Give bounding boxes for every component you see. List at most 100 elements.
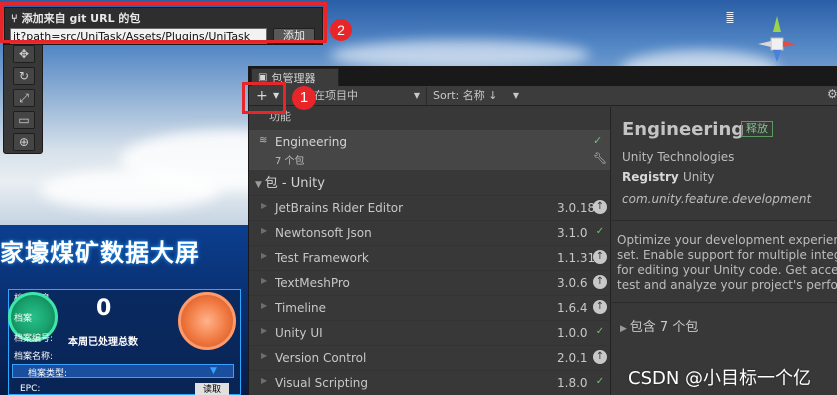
package-version: 2.0.1 [557,351,588,365]
check-icon: ✓ [593,134,603,147]
package-version: 3.0.18 [557,201,596,215]
details-package-id: com.unity.feature.development [622,192,812,206]
dashboard-archive-name: 档案名称: [14,352,54,362]
description-line: Optimize your development experience [617,233,837,247]
package-row[interactable]: ▶ JetBrains Rider Editor 3.0.18 ↑ [249,195,610,220]
package-row[interactable]: ▶ Newtonsoft Json 3.1.0 ✓ [249,220,610,245]
dashboard-week-label: 本周已处理总数 [68,337,138,348]
update-available-icon: ↑ [593,250,607,264]
expand-arrow-icon: ▶ [261,351,268,360]
details-registry-label: Registry [622,170,679,184]
package-version: 1.6.4 [557,301,588,315]
expand-arrow-icon: ▶ [261,251,268,260]
rect-tool-icon[interactable]: ▭ [13,111,35,129]
chevron-down-icon: ▼ [413,91,420,100]
dashboard-orange-dial [178,292,236,350]
description-line: set. Enable support for multiple integra… [617,248,837,262]
expand-arrow-icon: ▶ [261,301,268,310]
expand-arrow-icon: ▶ [261,376,268,385]
wrench-icon: 🔧︎ [593,152,607,165]
package-row[interactable]: ▶ TextMeshPro 3.0.6 ↑ [249,270,610,295]
package-list: 功能 ≋ Engineering 7 个包 ✓ 🔧︎ ▼ 包 - Unity ▶… [249,107,611,395]
package-row[interactable]: ▶ Version Control 2.0.1 ↑ [249,345,610,370]
package-row[interactable]: ▶ Visual Scripting 1.8.0 ✓ [249,370,610,395]
update-available-icon: ↑ [593,350,607,364]
scene-menu-icon[interactable]: ≡ ≡ [720,9,740,26]
details-name: Engineering [622,119,745,140]
callout-box-1 [242,82,286,114]
transform-tool-icon[interactable]: ⊕ [13,133,35,151]
package-version: 1.0.0 [557,326,588,340]
chevron-down-icon: ▼ [512,91,519,100]
dashboard-epc: EPC: [20,384,41,394]
package-name: TextMeshPro [275,276,350,290]
scope-dropdown-label: 在项目中 [314,89,358,102]
release-badge: 释放 [741,121,773,137]
details-divider [612,220,837,221]
package-version: 3.0.6 [557,276,588,290]
update-available-icon: ↑ [593,200,607,214]
rotate-tool-icon[interactable]: ↻ [13,67,35,85]
package-row[interactable]: ▶ Unity UI 1.0.0 ✓ [249,320,610,345]
callout-number-1: 1 [292,86,316,110]
dashboard-title: 家壕煤矿数据大屏 [0,239,200,267]
package-details: Engineering 释放 Unity Technologies Regist… [612,107,837,395]
gear-icon[interactable]: ⚙ [827,87,837,101]
dashboard-field-1: 档案 [14,314,33,324]
check-icon: ✓ [595,326,605,337]
description-line: test and analyze your project's performa [617,278,837,292]
feature-name: Engineering [275,135,347,149]
package-name: Timeline [275,301,327,315]
details-registry-value: Unity [683,170,715,184]
feature-item-engineering[interactable]: ≋ Engineering 7 个包 ✓ 🔧︎ [249,130,610,170]
package-version: 1.8.0 [557,376,588,390]
package-name: Visual Scripting [275,376,368,390]
update-available-icon: ↑ [593,275,607,289]
scale-tool-icon[interactable]: ⤢ [13,89,35,107]
callout-box-2 [0,2,327,43]
details-description: Optimize your development experience set… [617,233,837,293]
package-version: 3.1.0 [557,226,588,240]
package-name: Version Control [275,351,367,365]
callout-number-2: 2 [330,19,352,41]
expand-arrow-icon: ▼ [255,180,265,190]
package-row[interactable]: ▶ Timeline 1.6.4 ↑ [249,295,610,320]
check-icon: ✓ [595,376,605,387]
dashboard-read-button: 读取 [195,383,229,395]
watermark: CSDN @小目标一个亿 [628,368,812,389]
feature-count: 7 个包 [275,156,305,167]
expand-arrow-icon: ▶ [261,201,268,210]
window-tabbar: ▣ 包管理器 [249,66,837,86]
expand-arrow-icon: ▶ [261,276,268,285]
package-row[interactable]: ▶ Test Framework 1.1.31 ↑ [249,245,610,270]
dashboard-field-2: 档案编号: [14,334,54,344]
package-name: Test Framework [275,251,369,265]
group-header-label: 包 - Unity [264,176,325,191]
dashboard-dropdown-icon: ▼ [210,366,217,376]
package-manager-window: ▣ 包管理器 + ▼ 在项目中 ▼ Sort: 名称 ↓ ▼ ⚙ 功能 ≋ En… [248,66,837,395]
package-name: Unity UI [275,326,323,340]
details-contains-toggle[interactable]: ▶ 包含 7 个包 [620,316,698,335]
package-version: 1.1.31 [557,251,596,265]
details-divider [612,302,837,303]
expand-arrow-icon: ▶ [620,324,630,334]
description-line: for editing your Unity code. Get access [617,263,837,277]
sort-dropdown-label: Sort: 名称 ↓ [433,89,498,102]
expand-arrow-icon: ▶ [261,326,268,335]
move-tool-icon[interactable]: ✥ [13,45,35,63]
package-name: Newtonsoft Json [275,226,372,240]
scene-gizmo-icon[interactable] [752,10,802,68]
update-available-icon: ↑ [593,300,607,314]
sort-dropdown[interactable]: Sort: 名称 ↓ ▼ [431,87,523,105]
dashboard-archive-type: 档案类型: [28,369,68,379]
group-header-unity[interactable]: ▼ 包 - Unity [255,172,325,191]
details-author: Unity Technologies [622,150,735,164]
package-toolbar: + ▼ 在项目中 ▼ Sort: 名称 ↓ ▼ [249,86,837,106]
scene-tool-palette: ✥ ↻ ⤢ ▭ ⊕ [3,40,43,154]
feature-layers-icon: ≋ [259,135,268,146]
check-icon: ✓ [595,226,605,237]
dashboard-count: 0 [96,296,112,321]
expand-arrow-icon: ▶ [261,226,268,235]
details-contains-label: 包含 7 个包 [629,320,699,335]
package-name: JetBrains Rider Editor [275,201,404,215]
